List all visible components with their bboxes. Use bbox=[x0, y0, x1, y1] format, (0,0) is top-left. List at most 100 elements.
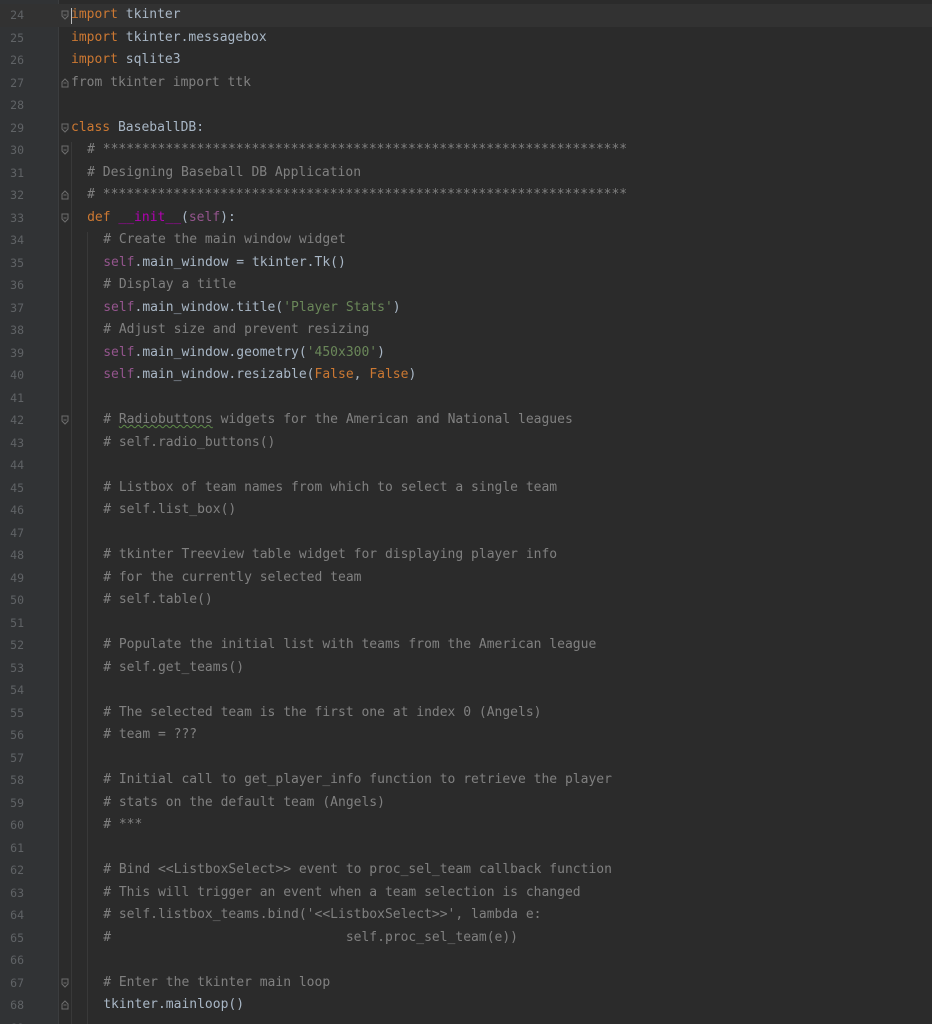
fold-open-icon[interactable] bbox=[61, 978, 69, 988]
code-text: # Listbox of team names from which to se… bbox=[103, 477, 557, 500]
code-line[interactable]: 54 bbox=[0, 679, 932, 702]
code-line[interactable]: 48 # tkinter Treeview table widget for di… bbox=[0, 544, 932, 567]
line-number: 47 bbox=[10, 525, 24, 540]
code-line[interactable]: 42 # Radiobuttons widgets for the America… bbox=[0, 409, 932, 432]
line-number: 55 bbox=[10, 705, 24, 720]
code-text: # tkinter Treeview table widget for disp… bbox=[103, 544, 557, 567]
code-token: import bbox=[71, 29, 118, 45]
code-text: # self.list_box() bbox=[103, 499, 236, 522]
code-line[interactable]: 52 # Populate the initial list with teams… bbox=[0, 634, 932, 657]
fold-close-icon[interactable] bbox=[61, 1000, 69, 1010]
code-line[interactable]: 59 # stats on the default team (Angels) bbox=[0, 792, 932, 815]
line-number: 40 bbox=[10, 368, 24, 382]
code-line[interactable]: 63 # This will trigger an event when a te… bbox=[0, 882, 932, 905]
code-line[interactable]: 57 bbox=[0, 747, 932, 770]
code-line[interactable]: 34 # Create the main window widget bbox=[0, 229, 932, 252]
code-line[interactable]: 64 # self.listbox_teams.bind('<<ListboxSe… bbox=[0, 904, 932, 927]
code-token: from tkinter import ttk bbox=[71, 74, 252, 90]
code-line[interactable]: 31 # Designing Baseball DB Application bbox=[0, 162, 932, 185]
code-line[interactable]: 32 # ************************************… bbox=[0, 184, 932, 207]
line-number: 33 bbox=[10, 210, 24, 225]
code-line[interactable]: 28 bbox=[0, 94, 932, 117]
code-token: self bbox=[103, 299, 135, 315]
line-number: 57 bbox=[10, 750, 24, 765]
code-line[interactable]: 66 bbox=[0, 949, 932, 972]
code-token: .main_window.title( bbox=[134, 299, 284, 315]
code-token: # self.radio_buttons() bbox=[103, 434, 276, 450]
line-number: 60 bbox=[10, 818, 24, 832]
code-line[interactable]: 49 # for the currently selected team bbox=[0, 567, 932, 590]
code-text: # **************************************… bbox=[87, 184, 627, 207]
code-token: # tkinter Treeview table widget for disp… bbox=[103, 547, 558, 562]
fold-open-icon[interactable] bbox=[61, 10, 69, 20]
code-line[interactable]: 65 # self.proc_sel_team(e)) bbox=[0, 927, 932, 950]
code-line[interactable]: 38 # Adjust size and prevent resizing bbox=[0, 319, 932, 342]
code-token: # Create the main window widget bbox=[103, 232, 346, 247]
code-line[interactable]: 25 import tkinter.messagebox bbox=[0, 27, 932, 50]
code-token: # *** bbox=[103, 817, 143, 832]
code-line[interactable]: 37 self.main_window.title('Player Stats') bbox=[0, 297, 932, 320]
code-line[interactable]: 67 # Enter the tkinter main loop bbox=[0, 972, 932, 995]
code-token: # Designing Baseball DB Application bbox=[87, 164, 362, 180]
code-token: # self.table() bbox=[103, 592, 213, 607]
line-number: 54 bbox=[10, 683, 24, 697]
line-number: 43 bbox=[10, 435, 24, 450]
code-line[interactable]: 56 # team = ??? bbox=[0, 724, 932, 747]
line-number: 62 bbox=[10, 863, 24, 877]
code-text: class BaseballDB: bbox=[71, 117, 204, 140]
code-line[interactable]: 60 # *** bbox=[0, 814, 932, 837]
code-line[interactable]: 55 # The selected team is the first one a… bbox=[0, 702, 932, 725]
line-number: 51 bbox=[10, 615, 24, 630]
fold-open-icon[interactable] bbox=[61, 123, 69, 133]
fold-close-icon[interactable] bbox=[61, 190, 69, 200]
code-line[interactable]: 45 # Listbox of team names from which to … bbox=[0, 477, 932, 500]
code-line[interactable]: 46 # self.list_box() bbox=[0, 499, 932, 522]
code-token: self bbox=[188, 209, 221, 225]
code-line[interactable]: 61 bbox=[0, 837, 932, 860]
code-token: # This will trigger an event when a team… bbox=[103, 884, 581, 900]
code-line[interactable]: 53 # self.get_teams() bbox=[0, 657, 932, 680]
fold-close-icon[interactable] bbox=[61, 77, 69, 87]
line-number: 35 bbox=[10, 255, 24, 270]
code-token: tkinter bbox=[117, 7, 181, 22]
code-line[interactable]: 44 bbox=[0, 454, 932, 477]
code-line[interactable]: 36 # Display a title bbox=[0, 274, 932, 297]
code-line[interactable]: 26 import sqlite3 bbox=[0, 49, 932, 72]
code-line[interactable]: 62 # Bind <<ListboxSelect>> event to proc… bbox=[0, 859, 932, 882]
code-line[interactable]: 39 self.main_window.geometry('450x300') bbox=[0, 342, 932, 365]
line-number: 53 bbox=[10, 660, 24, 675]
fold-open-icon[interactable] bbox=[61, 145, 69, 155]
line-number: 31 bbox=[10, 165, 24, 180]
code-text: # for the currently selected team bbox=[103, 567, 361, 590]
fold-open-icon[interactable] bbox=[61, 213, 69, 223]
code-token: self bbox=[103, 254, 135, 270]
code-line[interactable]: 68 tkinter.mainloop() bbox=[0, 994, 932, 1017]
line-number: 38 bbox=[10, 323, 24, 337]
line-number: 24 bbox=[10, 8, 24, 22]
code-token: False bbox=[369, 367, 409, 382]
code-line[interactable]: 47 bbox=[0, 522, 932, 545]
code-token: # Listbox of team names from which to se… bbox=[103, 479, 558, 495]
code-line[interactable]: 30 # ************************************… bbox=[0, 139, 932, 162]
code-text: # *** bbox=[103, 814, 142, 837]
code-line[interactable]: 33 def __init__(self): bbox=[0, 207, 932, 230]
code-line[interactable]: 41 bbox=[0, 387, 932, 410]
fold-open-icon[interactable] bbox=[61, 415, 69, 425]
code-token: ) bbox=[408, 367, 417, 382]
code-line[interactable]: 27 from tkinter import ttk bbox=[0, 72, 932, 95]
code-line[interactable]: 35 self.main_window = tkinter.Tk() bbox=[0, 252, 932, 275]
code-token: # Initial call to get_player_info functi… bbox=[103, 772, 612, 787]
code-line[interactable]: 40 self.main_window.resizable(False, Fals… bbox=[0, 364, 932, 387]
code-token: sqlite3 bbox=[117, 52, 181, 67]
code-token: tkinter.messagebox bbox=[117, 29, 267, 45]
code-line[interactable]: 29 class BaseballDB: bbox=[0, 117, 932, 140]
code-line[interactable]: 58 # Initial call to get_player_info func… bbox=[0, 769, 932, 792]
code-line[interactable]: 51 bbox=[0, 612, 932, 635]
line-number: 59 bbox=[10, 795, 24, 810]
code-editor[interactable]: 24 import tkinter 25 import tkinter.message… bbox=[0, 0, 932, 1024]
line-number: 45 bbox=[10, 480, 24, 495]
code-line[interactable]: 50 # self.table() bbox=[0, 589, 932, 612]
code-line[interactable]: 43 # self.radio_buttons() bbox=[0, 432, 932, 455]
code-line[interactable]: 24 import tkinter bbox=[0, 4, 932, 27]
code-line[interactable]: 69 bbox=[0, 1017, 932, 1024]
